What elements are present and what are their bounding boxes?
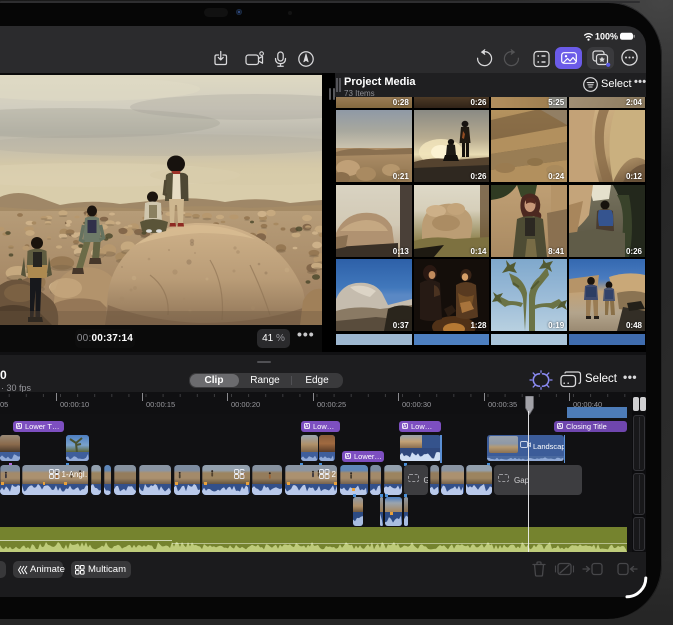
svg-text:00:00:30: 00:00:30	[402, 400, 431, 409]
svg-text:100%: 100%	[595, 32, 618, 42]
svg-text:00:00:15: 00:00:15	[146, 400, 175, 409]
svg-text:00:00:40: 00:00:40	[573, 400, 602, 409]
svg-text:05: 05	[0, 400, 8, 409]
svg-text:00:00:25: 00:00:25	[317, 400, 346, 409]
svg-text:00:00:35: 00:00:35	[488, 400, 517, 409]
svg-text:00:00:10: 00:00:10	[60, 400, 89, 409]
svg-text:00:00:20: 00:00:20	[231, 400, 260, 409]
